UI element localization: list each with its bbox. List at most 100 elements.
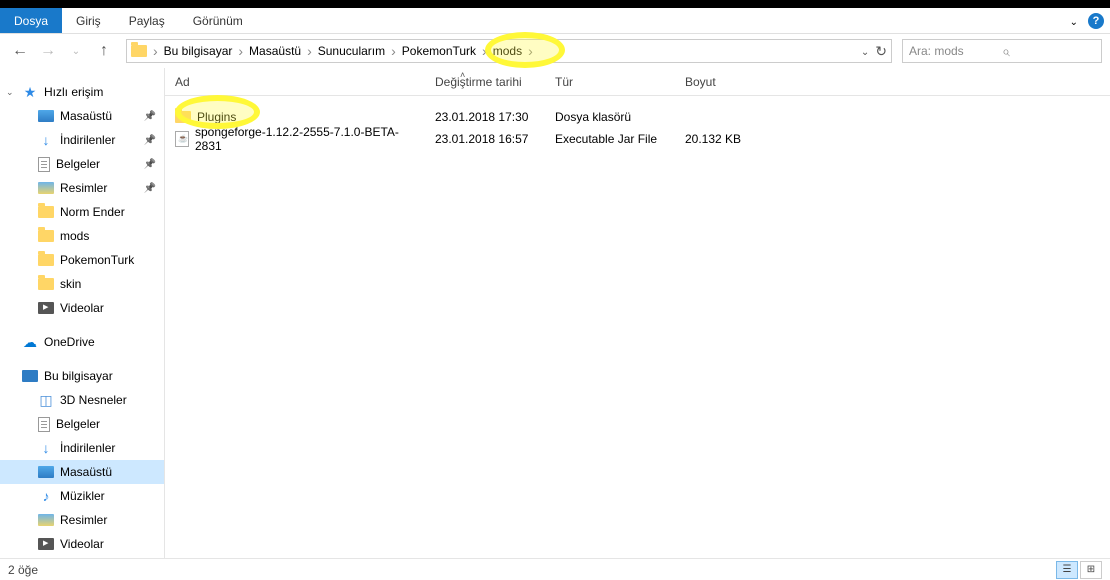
doc-icon: [38, 157, 50, 172]
sidebar-item-pokemonturk[interactable]: PokemonTurk: [0, 248, 164, 272]
sidebar-item-resimler[interactable]: Resimler: [0, 508, 164, 532]
sidebar-item-masaüstü[interactable]: Masaüstü: [0, 460, 164, 484]
file-date: 23.01.2018 17:30: [427, 106, 547, 128]
sidebar-item-label: İndirilenler: [60, 441, 115, 455]
back-button[interactable]: [8, 39, 32, 63]
view-details-button[interactable]: ☰: [1056, 561, 1078, 579]
navigation-bar: Bu bilgisayar Masaüstü Sunucularım Pokem…: [0, 34, 1110, 68]
column-name[interactable]: Ad: [165, 68, 427, 95]
sidebar-item-mods[interactable]: mods: [0, 224, 164, 248]
3d-icon: [38, 392, 54, 408]
chevron-icon[interactable]: [526, 43, 535, 59]
sort-indicator-icon: [460, 70, 465, 80]
column-size[interactable]: Boyut: [677, 68, 777, 95]
sidebar-item-skin[interactable]: skin: [0, 272, 164, 296]
sidebar-onedrive[interactable]: OneDrive: [0, 330, 164, 354]
sidebar-item-label: Belgeler: [56, 417, 100, 431]
breadcrumb-item[interactable]: Bu bilgisayar: [160, 40, 237, 62]
sidebar-item-label: Resimler: [60, 181, 107, 195]
file-date: 23.01.2018 16:57: [427, 128, 547, 150]
sidebar-item-label: skin: [60, 277, 81, 291]
breadcrumb-item[interactable]: Masaüstü: [245, 40, 305, 62]
sidebar-label: Hızlı erişim: [44, 85, 103, 99]
chevron-icon[interactable]: [389, 43, 398, 59]
item-count: 2 öğe: [8, 563, 38, 577]
sidebar-item-label: Videolar: [60, 537, 104, 551]
collapse-icon[interactable]: ⌄: [6, 87, 14, 98]
folder-icon: [38, 230, 54, 242]
titlebar: [0, 0, 1110, 8]
file-type: Dosya klasörü: [547, 106, 677, 128]
refresh-icon[interactable]: [875, 43, 887, 60]
sidebar-item-resimler[interactable]: Resimler: [0, 176, 164, 200]
sidebar-item-label: 3D Nesneler: [60, 393, 127, 407]
column-date[interactable]: Değiştirme tarihi: [427, 68, 547, 95]
desktop-icon: [38, 466, 54, 478]
file-list-area: Ad Değiştirme tarihi Tür Boyut Plugins 23…: [165, 68, 1110, 558]
pin-icon: [144, 111, 156, 122]
pin-icon: [144, 135, 156, 146]
sidebar-item-müzikler[interactable]: Müzikler: [0, 484, 164, 508]
status-bar: 2 öğe ☰ ⊞: [0, 558, 1110, 580]
file-row[interactable]: spongeforge-1.12.2-2555-7.1.0-BETA-28312…: [165, 128, 1110, 150]
sidebar-item-norm-ender[interactable]: Norm Ender: [0, 200, 164, 224]
search-input[interactable]: Ara: mods: [902, 39, 1102, 63]
ribbon-tabs: Dosya Giriş Paylaş Görünüm ?: [0, 8, 1110, 34]
file-name: Plugins: [197, 110, 236, 124]
pic-icon: [38, 514, 54, 526]
sidebar-item-masaüstü[interactable]: Masaüstü: [0, 104, 164, 128]
sidebar-item-belgeler[interactable]: Belgeler: [0, 152, 164, 176]
file-size: [677, 106, 777, 128]
sidebar-item-3d-nesneler[interactable]: 3D Nesneler: [0, 388, 164, 412]
folder-icon: [38, 254, 54, 266]
search-placeholder: Ara: mods: [909, 44, 1002, 58]
forward-button[interactable]: [36, 39, 60, 63]
download-icon: [38, 132, 54, 148]
jar-icon: [175, 131, 189, 147]
tab-file[interactable]: Dosya: [0, 8, 62, 33]
column-headers: Ad Değiştirme tarihi Tür Boyut: [165, 68, 1110, 96]
chevron-icon[interactable]: [480, 43, 489, 59]
tab-view[interactable]: Görünüm: [179, 8, 257, 33]
help-icon[interactable]: ?: [1088, 13, 1104, 29]
chevron-icon[interactable]: [236, 43, 245, 59]
sidebar-item-i̇ndirilenler[interactable]: İndirilenler: [0, 436, 164, 460]
breadcrumb-item[interactable]: Sunucularım: [314, 40, 389, 62]
sidebar-item-videolar[interactable]: Videolar: [0, 296, 164, 320]
sidebar-item-videolar[interactable]: Videolar: [0, 532, 164, 556]
address-bar[interactable]: Bu bilgisayar Masaüstü Sunucularım Pokem…: [126, 39, 892, 63]
address-dropdown-icon[interactable]: [861, 44, 869, 58]
sidebar: ⌄ Hızlı erişim Masaüstü İndirilenler Belge…: [0, 68, 165, 558]
history-dropdown-icon[interactable]: [64, 39, 88, 63]
tab-home[interactable]: Giriş: [62, 8, 115, 33]
pin-icon: [144, 183, 156, 194]
onedrive-icon: [22, 334, 38, 350]
pic-icon: [38, 182, 54, 194]
sidebar-item-i̇ndirilenler[interactable]: İndirilenler: [0, 128, 164, 152]
video-icon: [38, 538, 54, 550]
breadcrumb-item[interactable]: mods: [489, 40, 526, 62]
sidebar-quick-access[interactable]: ⌄ Hızlı erişim: [0, 80, 164, 104]
chevron-icon[interactable]: [151, 43, 160, 59]
star-icon: [22, 84, 38, 100]
sidebar-item-label: mods: [60, 229, 89, 243]
sidebar-this-pc[interactable]: Bu bilgisayar: [0, 364, 164, 388]
column-type[interactable]: Tür: [547, 68, 677, 95]
pc-icon: [22, 370, 38, 382]
download-icon: [38, 440, 54, 456]
music-icon: [38, 488, 54, 504]
tab-share[interactable]: Paylaş: [115, 8, 179, 33]
view-icons-button[interactable]: ⊞: [1080, 561, 1102, 579]
sidebar-item-belgeler[interactable]: Belgeler: [0, 412, 164, 436]
file-type: Executable Jar File: [547, 128, 677, 150]
sidebar-item-label: İndirilenler: [60, 133, 115, 147]
folder-icon: [175, 111, 191, 123]
breadcrumb-item[interactable]: PokemonTurk: [398, 40, 480, 62]
ribbon-expand-icon[interactable]: [1070, 14, 1078, 28]
video-icon: [38, 302, 54, 314]
sidebar-item-label: Müzikler: [60, 489, 105, 503]
up-button[interactable]: [92, 39, 116, 63]
sidebar-item-label: Norm Ender: [60, 205, 125, 219]
search-icon[interactable]: [1002, 43, 1095, 60]
chevron-icon[interactable]: [305, 43, 314, 59]
